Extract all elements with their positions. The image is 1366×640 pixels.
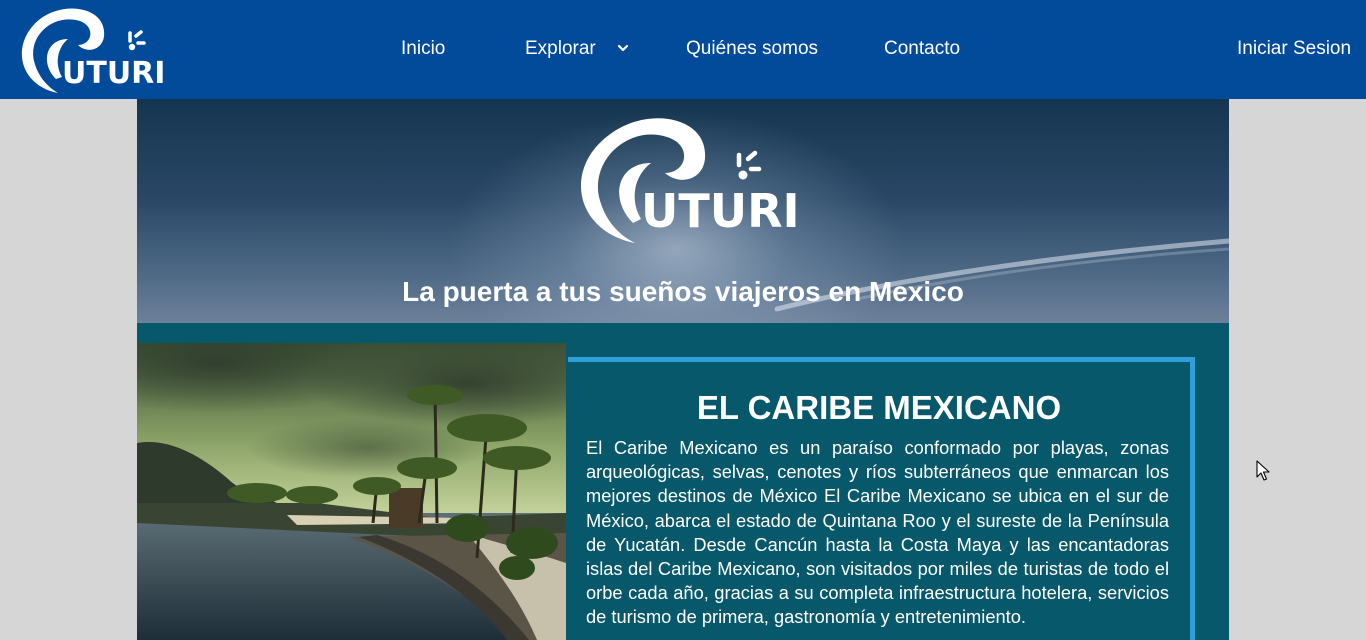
login-link[interactable]: Iniciar Sesion [1237,36,1351,62]
article-title: EL CARIBE MEXICANO [696,389,1062,426]
top-navbar: UTURI Inicio Explorar Quiénes somos Cont… [0,0,1366,99]
nav-link-contacto[interactable]: Contacto [884,36,960,62]
main-content: UTURI La puerta a tus sueños viajeros en… [137,99,1229,640]
chevron-down-icon[interactable] [615,40,631,56]
hero-logo-wordmark: UTURI [641,184,797,238]
hero-banner: UTURI La puerta a tus sueños viajeros en… [137,99,1229,323]
nav-link-inicio[interactable]: Inicio [401,36,445,62]
uturi-logo[interactable]: UTURI [12,5,164,95]
hero-uturi-logo: UTURI [580,118,797,243]
article-body: El Caribe Mexicano es un paraíso conform… [586,437,1169,628]
nav-link-explorar[interactable]: Explorar [525,36,596,62]
nav-link-quienes-somos[interactable]: Quiénes somos [686,36,818,62]
hero-tagline: La puerta a tus sueños viajeros en Mexic… [402,276,964,307]
mouse-cursor-icon [1256,460,1270,481]
logo-wordmark: UTURI [62,56,164,91]
caribbean-beach-photo [137,343,566,640]
article-card: EL CARIBE MEXICANO El Caribe Mexicano es… [568,357,1195,640]
